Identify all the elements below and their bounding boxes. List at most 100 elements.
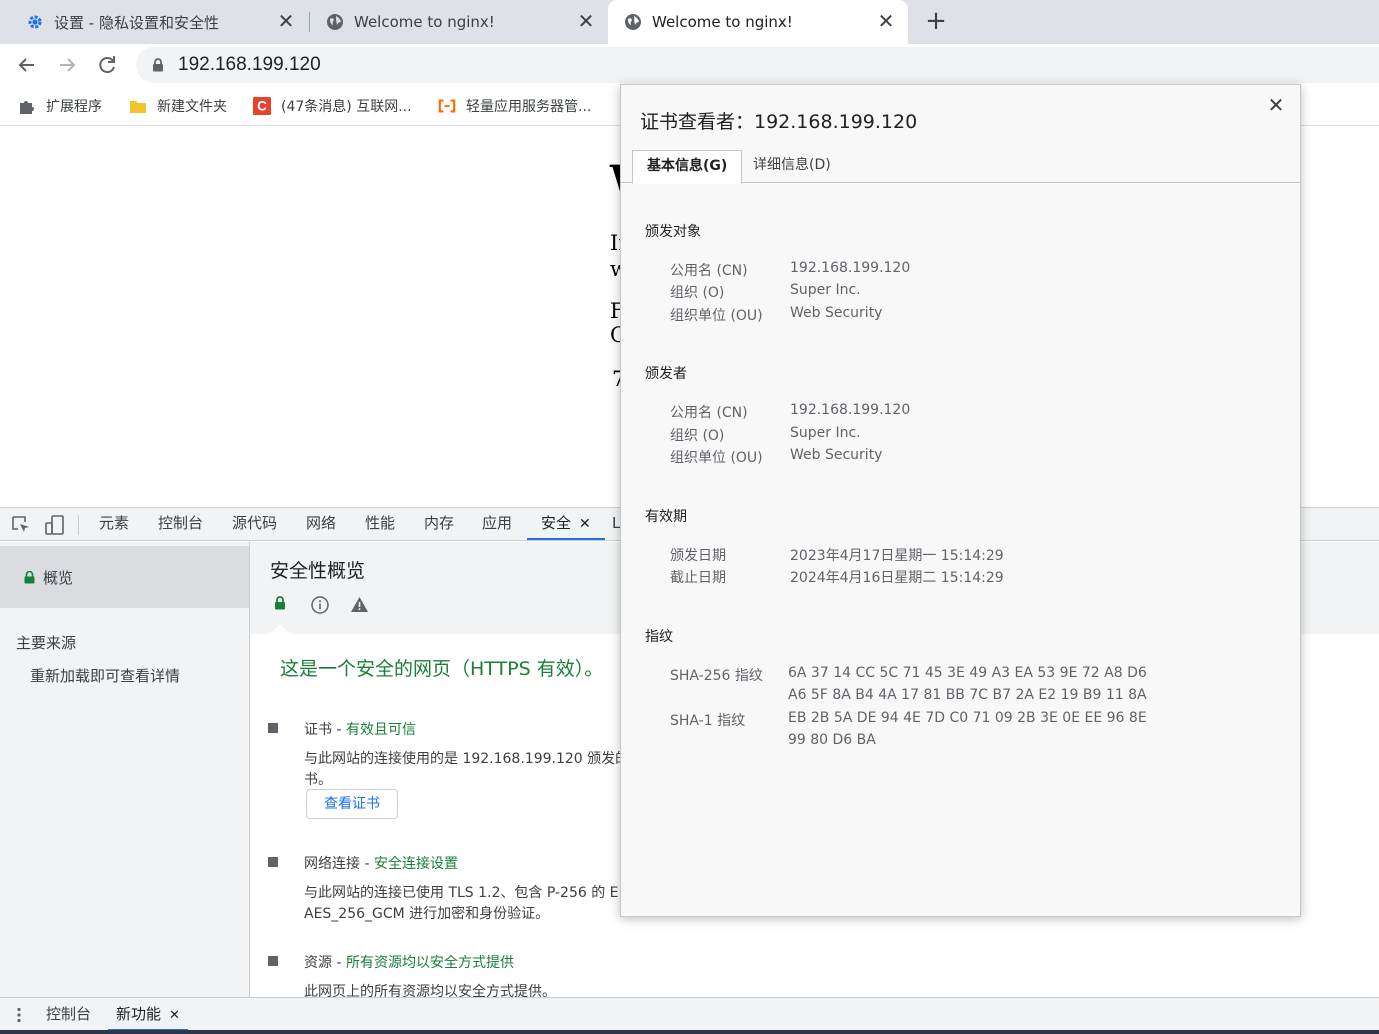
lock-icon — [275, 596, 285, 610]
tab-nginx-1[interactable]: Welcome to nginx! ✕ — [310, 0, 608, 44]
sidebar-item-label: 概览 — [43, 568, 74, 587]
sidebar-main-origin-heading: 主要来源 — [16, 634, 77, 652]
devtools-drawer-tabbar: 控制台 新功能 ✕ — [0, 997, 1379, 1031]
lock-icon[interactable] — [152, 58, 164, 72]
arrow-right-icon — [60, 58, 76, 72]
fingerprints-heading: 指纹 — [645, 629, 673, 645]
tab-general[interactable]: 基本信息(G) — [632, 150, 743, 184]
svg-text:C: C — [257, 99, 267, 114]
field-value: Web Security — [790, 447, 883, 463]
globe-icon — [326, 13, 344, 31]
tab-settings[interactable]: 设置 - 隐私设置和安全性 ✕ — [0, 0, 308, 44]
field-label: 组织 (O) — [670, 428, 725, 444]
field-label: 组织单位 (OU) — [670, 308, 763, 324]
certificate-viewer-dialog: 证书查看者：192.168.199.120 ✕ 基本信息(G) 详细信息(D) … — [620, 84, 1301, 917]
forward-button[interactable] — [54, 52, 80, 78]
security-sidebar: 概览 主要来源 重新加载即可查看详情 — [0, 542, 250, 997]
close-dialog-button[interactable]: ✕ — [1264, 93, 1288, 117]
bookmark-aliyun[interactable]: 轻量应用服务器管... — [438, 96, 591, 116]
device-toolbar-icon[interactable] — [44, 514, 66, 536]
tab-network[interactable]: 网络 — [306, 508, 336, 540]
gear-icon — [26, 13, 44, 31]
field-label: 公用名 (CN) — [670, 405, 748, 421]
back-button[interactable] — [14, 52, 40, 78]
bookmark-label: 新建文件夹 — [157, 99, 227, 115]
explanation-title: 资源 - 所有资源均以安全方式提供 — [304, 955, 514, 971]
toolbar: 192.168.199.120 — [0, 44, 1379, 86]
field-value: Super Inc. — [790, 425, 861, 441]
tab-details[interactable]: 详细信息(D) — [739, 150, 845, 183]
close-tab-button[interactable]: ✕ — [576, 11, 596, 32]
issued-by-heading: 颁发者 — [645, 366, 687, 382]
tab-sources[interactable]: 源代码 — [232, 508, 277, 540]
toolbar-divider — [78, 515, 79, 535]
drawer-tab-whats-new[interactable]: 新功能 ✕ — [108, 998, 188, 1031]
field-label: 公用名 (CN) — [670, 263, 748, 279]
field-value: A6 5F 8A B4 4A 17 81 BB 7C B7 2A E2 19 B… — [788, 687, 1147, 703]
url-text[interactable]: 192.168.199.120 — [178, 54, 321, 76]
close-tab-button[interactable]: ✕ — [276, 11, 296, 32]
bookmark-label: (47条消息) 互联网... — [281, 99, 412, 115]
info-icon — [311, 596, 329, 614]
address-bar[interactable]: 192.168.199.120 — [136, 47, 1379, 83]
new-tab-button[interactable]: + — [922, 8, 950, 36]
bookmark-label: 扩展程序 — [46, 99, 102, 115]
tab-title: Welcome to nginx! — [652, 13, 793, 31]
tab-title: 设置 - 隐私设置和安全性 — [54, 13, 219, 32]
csdn-icon: C — [253, 97, 271, 115]
more-options-icon[interactable] — [16, 1007, 22, 1023]
folder-icon — [129, 97, 147, 115]
overview-pointer — [270, 624, 290, 634]
field-value: 2024年4月16日星期二 15:14:29 — [790, 570, 1004, 586]
close-tab-button[interactable]: ✕ — [169, 1008, 180, 1023]
field-label: SHA-256 指纹 — [670, 668, 763, 684]
bullet — [268, 857, 278, 867]
validity-heading: 有效期 — [645, 509, 687, 525]
tab-application[interactable]: 应用 — [482, 508, 512, 540]
warning-icon — [351, 597, 368, 612]
field-label: SHA-1 指纹 — [670, 713, 746, 729]
globe-icon — [624, 13, 642, 31]
field-label: 颁发日期 — [670, 548, 726, 564]
close-tab-button[interactable]: ✕ — [876, 11, 896, 32]
tab-security[interactable]: 安全 ✕ — [527, 508, 605, 540]
reload-button[interactable] — [94, 52, 120, 78]
bookmark-label: 轻量应用服务器管... — [466, 99, 592, 115]
window-bottom-edge — [0, 1030, 1379, 1034]
bookmark-new-folder[interactable]: 新建文件夹 — [129, 96, 227, 116]
bullet — [268, 956, 278, 966]
security-summary: 这是一个安全的网页（HTTPS 有效）。 — [280, 658, 604, 680]
puzzle-icon — [18, 97, 36, 115]
sidebar-reload-hint: 重新加载即可查看详情 — [30, 667, 181, 685]
field-value: 192.168.199.120 — [790, 260, 911, 276]
tab-title: Welcome to nginx! — [354, 13, 495, 31]
field-value: 192.168.199.120 — [790, 402, 911, 418]
tab-performance[interactable]: 性能 — [365, 508, 395, 540]
sidebar-item-overview[interactable]: 概览 — [0, 546, 249, 608]
field-value: Super Inc. — [790, 282, 861, 298]
field-label: 组织 (O) — [670, 285, 725, 301]
close-tab-button[interactable]: ✕ — [579, 516, 591, 532]
tab-security-label: 安全 — [541, 514, 572, 532]
tab-nginx-active[interactable]: Welcome to nginx! ✕ — [608, 0, 908, 44]
bullet — [268, 723, 278, 733]
reload-icon — [99, 56, 115, 74]
tab-elements[interactable]: 元素 — [99, 508, 129, 540]
field-value: 99 80 D6 BA — [788, 732, 876, 748]
inspect-element-icon[interactable] — [10, 514, 32, 536]
arrow-left-icon — [18, 58, 34, 72]
explanation-description: 此网页上的所有资源均以安全方式提供。 — [304, 984, 556, 997]
tab-console[interactable]: 控制台 — [158, 508, 203, 540]
view-certificate-button[interactable]: 查看证书 — [306, 789, 398, 819]
page-title: 安全性概览 — [270, 560, 366, 582]
field-label: 截止日期 — [670, 570, 726, 586]
bookmark-csdn[interactable]: C (47条消息) 互联网... — [253, 96, 412, 116]
bookmark-extensions[interactable]: 扩展程序 — [18, 96, 102, 116]
field-value: 6A 37 14 CC 5C 71 45 3E 49 A3 EA 53 9E 7… — [788, 665, 1147, 681]
drawer-tab-console[interactable]: 控制台 — [46, 998, 91, 1031]
drawer-tab-label: 新功能 — [116, 1005, 162, 1023]
explanation-title: 证书 - 有效且可信 — [304, 722, 416, 738]
issued-to-heading: 颁发对象 — [645, 224, 701, 240]
certificate-tabs: 基本信息(G) 详细信息(D) — [621, 150, 1300, 184]
tab-memory[interactable]: 内存 — [424, 508, 454, 540]
